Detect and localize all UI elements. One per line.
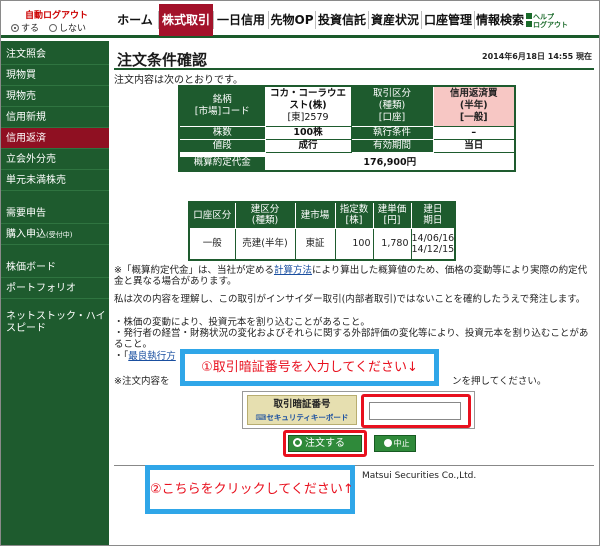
top-navigation: 自動ログアウト する しない ホーム 株式取引 一日信用 先物OP 投資信託 資…: [1, 1, 599, 38]
security-code-box: 取引暗証番号 ⌨セキュリティキーボード: [242, 391, 475, 429]
auto-logout-off[interactable]: しない: [49, 21, 86, 34]
callout-step-1: ①取引暗証番号を入力してください↓: [180, 349, 439, 386]
position-market: 東証: [294, 227, 336, 261]
sidebar-item-cash-buy[interactable]: 現物買: [1, 65, 109, 86]
table-header: 口座区分: [188, 201, 236, 229]
sidebar-item-purchase-apply[interactable]: 購入申込(受付中): [1, 224, 109, 245]
estimate-label: 概算約定代金: [178, 155, 266, 172]
estimate-note: ※「概算約定代金」は、当社が定める計算方法により算出した概算値のため、価格の変動…: [114, 265, 588, 287]
tab-futures-options[interactable]: 先物OP: [269, 4, 315, 36]
tab-home[interactable]: ホーム: [112, 4, 158, 36]
execution-condition-label: 執行条件: [350, 125, 434, 140]
sidebar-item-cash-sell[interactable]: 現物売: [1, 86, 109, 107]
shares-value: 100株: [264, 125, 352, 140]
sidebar-item-margin-repay[interactable]: 信用返済: [1, 128, 109, 149]
help-logout-links: ヘルプ ログアウト: [526, 13, 568, 29]
auto-logout-title: 自動ログアウト: [25, 11, 89, 21]
sidebar-item-netstock-highspeed[interactable]: ネットストック・ハイスピード: [1, 309, 109, 339]
logout-link[interactable]: ログアウト: [526, 21, 568, 29]
insider-confirmation: 私は次の内容を理解し、この取引がインサイダー取引(内部者取引)ではないことを確約…: [114, 294, 586, 305]
table-header: 建単価 [円]: [372, 201, 412, 229]
cancel-icon: [383, 439, 392, 447]
intro-text: 注文内容は次のとおりです。: [114, 75, 243, 86]
tab-info-search[interactable]: 情報検索: [475, 4, 525, 36]
table-header: 建市場: [294, 201, 336, 229]
copyright: Matsui Securities Co.,Ltd.: [362, 471, 477, 481]
help-link[interactable]: ヘルプ: [526, 13, 568, 21]
stock-code: [東]2579: [287, 112, 329, 124]
auto-logout-on[interactable]: する: [11, 21, 39, 34]
position-dates: 14/06/16 14/12/15: [410, 227, 456, 261]
radio-on-icon[interactable]: [11, 24, 19, 32]
stock-header: 銘柄 [市場]コード: [178, 85, 266, 127]
price-value: 成行: [264, 138, 352, 153]
tab-stock-trade[interactable]: 株式取引: [159, 4, 213, 36]
title-divider: [114, 68, 594, 70]
tab-day-margin[interactable]: 一日信用: [214, 4, 268, 36]
page-title: 注文条件確認: [117, 51, 208, 69]
stock-cell: コカ・コーラウエスト(株) [東]2579: [264, 85, 352, 127]
position-qty: 100: [334, 227, 374, 261]
security-input-highlight: [361, 394, 471, 428]
calc-method-link[interactable]: 計算方法: [274, 265, 312, 276]
radio-off-icon[interactable]: [49, 24, 57, 32]
execution-condition-value: –: [432, 125, 516, 140]
position-type: 売建(半年): [234, 227, 296, 261]
callout-step-2: ②こちらをクリックしてください↑: [145, 465, 355, 514]
position-price: 1,780: [372, 227, 412, 261]
current-datetime: 2014年6月18日 14:55 現在: [482, 52, 592, 61]
shares-label: 株数: [178, 125, 266, 140]
trade-type-value: 信用返済買 (半年) [一般]: [432, 85, 516, 127]
price-label: 値段: [178, 138, 266, 153]
order-button-highlight: 注文する: [283, 430, 367, 457]
risk-bullet-1: ・株価の変動により、投資元本を割り込むことがあること。: [114, 317, 370, 328]
auto-logout-setting: 自動ログアウト する しない: [7, 7, 111, 34]
table-row: 一般 売建(半年) 東証 100 1,780 14/06/16 14/12/15: [188, 227, 456, 261]
table-header: 建区分 (種類): [234, 201, 296, 229]
table-header: 指定数 [株]: [334, 201, 374, 229]
sidebar-item-portfolio[interactable]: ポートフォリオ: [1, 278, 109, 299]
sidebar-item-margin-new[interactable]: 信用新規: [1, 107, 109, 128]
position-table: 口座区分 建区分 (種類) 建市場 指定数 [株] 建単価 [円] 建日 期日 …: [188, 201, 457, 261]
risk-bullet-2: ・発行者の経営・財務状況の変化およびそれらに関する外部評価の変化等により、投資元…: [114, 328, 589, 350]
stock-name: コカ・コーラウエスト(株): [269, 88, 346, 112]
sidebar-item-off-floor-sale[interactable]: 立会外分売: [1, 149, 109, 170]
logout-icon: [526, 21, 532, 27]
help-icon: [526, 13, 532, 19]
estimate-value: 176,900円: [264, 155, 516, 172]
tab-account[interactable]: 口座管理: [422, 4, 474, 36]
security-code-input[interactable]: [369, 402, 461, 420]
best-execution-link[interactable]: 最良執行方: [128, 351, 176, 362]
position-account: 一般: [188, 227, 236, 261]
validity-value: 当日: [432, 138, 516, 153]
sidebar: 注文照会 現物買 現物売 信用新規 信用返済 立会外分売 単元未満株売 需要申告…: [1, 41, 109, 545]
trade-type-header: 取引区分 (種類) [口座]: [350, 85, 434, 127]
order-summary-table: 銘柄 [市場]コード コカ・コーラウエスト(株) [東]2579 取引区分 (種…: [178, 85, 516, 172]
order-icon: [293, 438, 302, 447]
order-submit-button[interactable]: 注文する: [288, 435, 362, 452]
sidebar-item-odd-lot-sell[interactable]: 単元未満株売: [1, 170, 109, 191]
security-code-label: 取引暗証番号 ⌨セキュリティキーボード: [247, 395, 357, 425]
keyboard-icon: ⌨: [255, 413, 267, 422]
tab-assets[interactable]: 資産状況: [369, 4, 421, 36]
sidebar-item-order-inquiry[interactable]: 注文照会: [1, 44, 109, 65]
action-buttons: 注文する 中止: [283, 430, 433, 458]
security-keyboard-link[interactable]: ⌨セキュリティキーボード: [248, 411, 356, 424]
validity-label: 有効期間: [350, 138, 434, 153]
tab-investment-trust[interactable]: 投資信託: [316, 4, 368, 36]
cancel-button[interactable]: 中止: [374, 435, 416, 452]
sidebar-item-demand-report[interactable]: 需要申告: [1, 203, 109, 224]
table-header: 建日 期日: [410, 201, 456, 229]
sidebar-item-stock-board[interactable]: 株価ボード: [1, 257, 109, 278]
